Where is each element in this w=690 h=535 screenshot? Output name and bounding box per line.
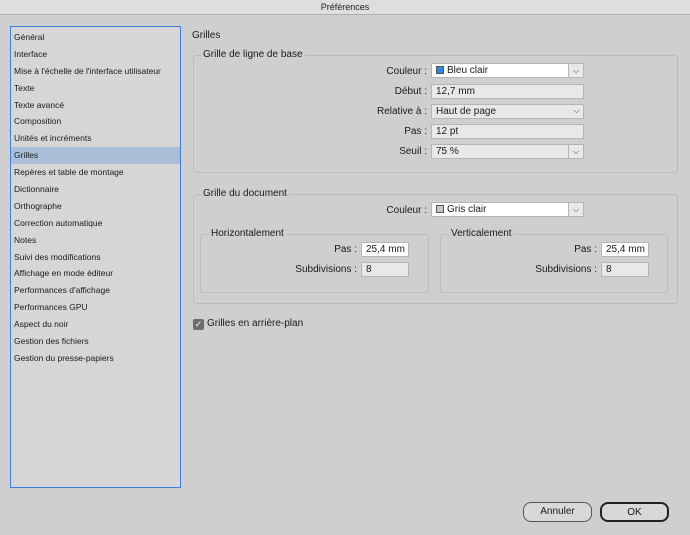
- sidebar-item[interactable]: Aspect du noir: [11, 316, 180, 333]
- checkmark-icon: ✓: [194, 319, 203, 329]
- sidebar-item[interactable]: Affichage en mode éditeur: [11, 265, 180, 282]
- vertical-subdiv-field[interactable]: 8: [601, 262, 649, 277]
- horizontal-step-label: Pas :: [334, 244, 357, 255]
- sidebar-item[interactable]: Gestion du presse-papiers: [11, 350, 180, 367]
- document-grid-title: Grille du document: [201, 188, 289, 199]
- baseline-threshold-value: 75 %: [436, 146, 459, 157]
- vertical-subdiv-label: Subdivisions :: [535, 264, 597, 275]
- ok-button[interactable]: OK: [600, 502, 669, 522]
- sidebar-item[interactable]: Notes: [11, 232, 180, 249]
- baseline-step-field[interactable]: 12 pt: [431, 124, 584, 139]
- chevron-down-icon[interactable]: ⌵: [569, 104, 584, 119]
- baseline-step-label: Pas :: [404, 126, 427, 137]
- section-title: Grilles: [192, 30, 221, 41]
- baseline-start-label: Début :: [394, 86, 427, 97]
- document-color-value: Gris clair: [447, 204, 487, 215]
- sidebar-item[interactable]: Mise à l'échelle de l'interface utilisat…: [11, 63, 180, 80]
- document-color-label: Couleur :: [386, 205, 427, 216]
- baseline-threshold-label: Seuil :: [399, 146, 427, 157]
- chevron-down-icon[interactable]: ⌵: [569, 144, 584, 159]
- color-swatch: [436, 66, 444, 74]
- chevron-down-icon[interactable]: ⌵: [569, 202, 584, 217]
- baseline-color-label: Couleur :: [386, 66, 427, 77]
- vertical-step-field[interactable]: 25,4 mm: [601, 242, 649, 257]
- vertical-step-label: Pas :: [574, 244, 597, 255]
- sidebar-item[interactable]: Texte: [11, 80, 180, 97]
- sidebar-item[interactable]: Suivi des modifications: [11, 249, 180, 266]
- sidebar-item[interactable]: Texte avancé: [11, 97, 180, 114]
- sidebar-item[interactable]: Grilles: [11, 147, 180, 165]
- baseline-color-value: Bleu clair: [447, 65, 489, 76]
- sidebar-item[interactable]: Repères et table de montage: [11, 164, 180, 181]
- horizontal-subdiv-field[interactable]: 8: [361, 262, 409, 277]
- horizontal-step-field[interactable]: 25,4 mm: [361, 242, 409, 257]
- baseline-threshold-dropdown[interactable]: 75 % ⌵: [431, 144, 584, 159]
- sidebar-item[interactable]: Composition: [11, 113, 180, 130]
- sidebar-item[interactable]: Dictionnaire: [11, 181, 180, 198]
- baseline-start-field[interactable]: 12,7 mm: [431, 84, 584, 99]
- document-color-dropdown[interactable]: Gris clair ⌵: [431, 202, 584, 217]
- baseline-color-dropdown[interactable]: Bleu clair ⌵: [431, 63, 584, 78]
- background-grids-label: Grilles en arrière-plan: [207, 318, 304, 329]
- sidebar-item[interactable]: Performances d'affichage: [11, 282, 180, 299]
- baseline-relative-value: Haut de page: [436, 106, 497, 117]
- sidebar-item[interactable]: Général: [11, 29, 180, 46]
- vertical-title: Verticalement: [449, 228, 514, 239]
- preferences-sidebar: Général Interface Mise à l'échelle de l'in…: [10, 26, 181, 488]
- horizontal-subdiv-label: Subdivisions :: [295, 264, 357, 275]
- horizontal-title: Horizontalement: [209, 228, 286, 239]
- baseline-relative-dropdown[interactable]: Haut de page ⌵: [431, 104, 584, 119]
- baseline-grid-title: Grille de ligne de base: [201, 49, 305, 60]
- baseline-relative-label: Relative à :: [376, 106, 427, 117]
- sidebar-item[interactable]: Interface: [11, 46, 180, 63]
- sidebar-item[interactable]: Unités et incréments: [11, 130, 180, 147]
- sidebar-item[interactable]: Correction automatique: [11, 215, 180, 232]
- background-grids-checkbox[interactable]: ✓: [193, 319, 204, 330]
- chevron-down-icon[interactable]: ⌵: [569, 63, 584, 78]
- sidebar-item[interactable]: Performances GPU: [11, 299, 180, 316]
- sidebar-item[interactable]: Gestion des fichiers: [11, 333, 180, 350]
- cancel-button[interactable]: Annuler: [523, 502, 592, 522]
- window-title: Préférences: [0, 0, 690, 15]
- sidebar-item[interactable]: Orthographe: [11, 198, 180, 215]
- color-swatch: [436, 205, 444, 213]
